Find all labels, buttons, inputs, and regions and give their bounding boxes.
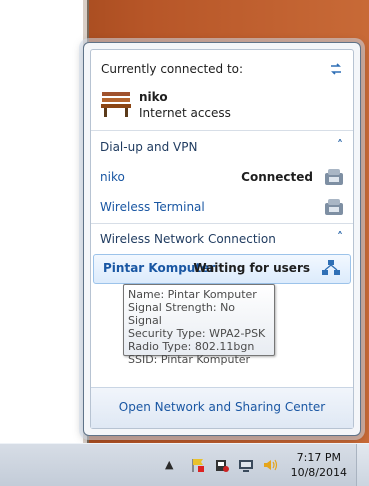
tooltip-security: Security Type: WPA2-PSK	[128, 327, 266, 340]
connection-name: Wireless Terminal	[100, 200, 205, 214]
divider	[91, 130, 353, 131]
volume-icon[interactable]	[262, 457, 278, 473]
flyout-panel: Currently connected to: niko Internet ac…	[90, 49, 354, 429]
wifi-network-status: Waiting for users	[193, 261, 310, 275]
flyout-footer: Open Network and Sharing Center	[91, 387, 353, 428]
adhoc-network-icon	[320, 258, 342, 278]
collapse-chevron-icon[interactable]: ˄	[337, 138, 343, 152]
dialup-phone-icon	[323, 197, 345, 217]
show-desktop-button[interactable]	[356, 444, 369, 486]
background-window	[0, 0, 89, 443]
bench-icon	[99, 88, 133, 118]
clock-time: 7:17 PM	[296, 451, 341, 464]
current-connection-access: Internet access	[139, 106, 231, 120]
show-hidden-icons-arrow-icon[interactable]: ▲	[165, 458, 173, 471]
group-title-wireless: Wireless Network Connection	[100, 232, 276, 246]
connection-name: niko	[100, 170, 125, 184]
action-center-flag-icon[interactable]	[190, 457, 206, 473]
divider	[91, 223, 353, 224]
group-title-dialup: Dial-up and VPN	[100, 140, 198, 154]
dialup-phone-icon	[323, 167, 345, 187]
taskbar: ▲ 7:17 PM 10/8/2014	[0, 443, 369, 486]
clock-date: 10/8/2014	[290, 466, 347, 479]
current-connection-name: niko	[139, 90, 168, 104]
group-header-dialup[interactable]: Dial-up and VPN ˄	[91, 134, 353, 162]
safely-remove-hardware-icon[interactable]	[214, 457, 230, 473]
tooltip-radio: Radio Type: 802.11bgn	[128, 340, 255, 353]
connection-row-wireless-terminal[interactable]: Wireless Terminal	[91, 194, 353, 222]
connection-row-niko[interactable]: niko Connected	[91, 164, 353, 192]
connection-status: Connected	[241, 170, 313, 184]
tooltip-name: Name: Pintar Komputer	[128, 288, 257, 301]
network-icon[interactable]	[238, 457, 254, 473]
group-header-wireless[interactable]: Wireless Network Connection ˄	[91, 226, 353, 254]
tooltip-signal: Signal Strength: No Signal	[128, 301, 236, 327]
currently-connected-label: Currently connected to:	[101, 62, 244, 76]
refresh-icon[interactable]	[327, 60, 345, 78]
open-network-sharing-center-link[interactable]: Open Network and Sharing Center	[91, 400, 353, 414]
wifi-row-pintar-komputer[interactable]: Pintar Komputer Waiting for users	[93, 254, 351, 284]
taskbar-clock[interactable]: 7:17 PM 10/8/2014	[291, 450, 347, 480]
collapse-chevron-icon[interactable]: ˄	[337, 230, 343, 244]
tooltip-ssid: SSID: Pintar Komputer	[128, 353, 251, 366]
network-flyout: Currently connected to: niko Internet ac…	[83, 42, 361, 436]
network-details-tooltip: Name: Pintar Komputer Signal Strength: N…	[123, 284, 275, 366]
